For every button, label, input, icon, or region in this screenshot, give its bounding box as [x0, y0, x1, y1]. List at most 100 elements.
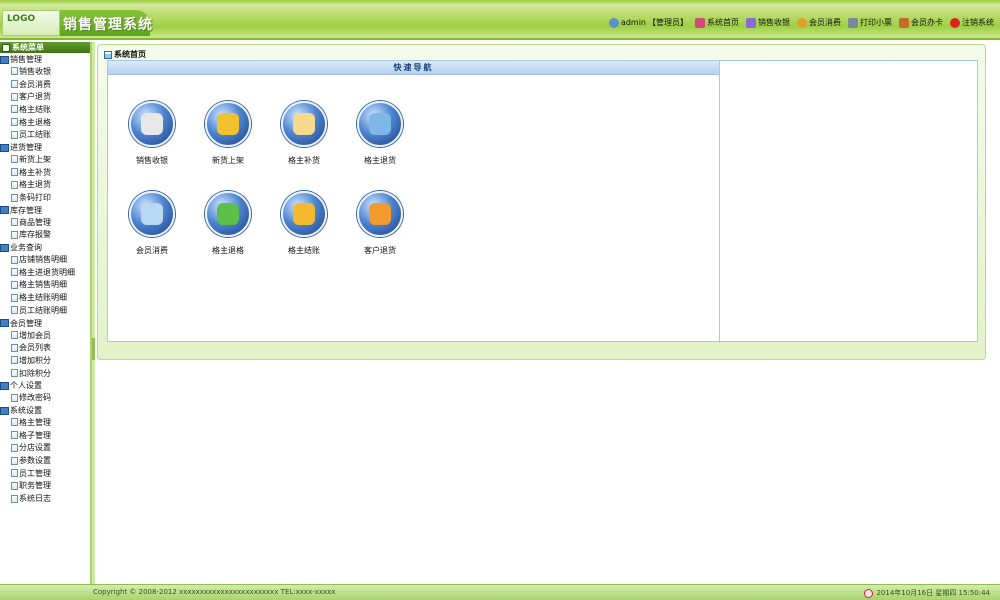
menu-group-label: 会员管理	[10, 318, 42, 328]
shortcut-label: 新货上架	[212, 156, 244, 165]
header-top-stripe	[0, 0, 1000, 4]
sidebar: 系统菜单 销售管理 销售收银 会员消费 客户退货 格主结账 格主退格 员工结账 …	[0, 42, 92, 584]
nav-print-receipt[interactable]: 打印小票	[848, 17, 892, 28]
menu-item-label: 格主退货	[19, 180, 51, 190]
page-icon	[11, 293, 18, 302]
page-icon	[11, 331, 18, 340]
menu-item[interactable]: 员工结账明细	[0, 304, 90, 317]
menu-item[interactable]: 格主结账明细	[0, 291, 90, 304]
cash-register-icon	[129, 101, 175, 147]
page-icon	[11, 369, 18, 378]
card-icon	[899, 17, 909, 28]
cards-icon	[357, 101, 403, 147]
menu-item-label: 商品管理	[19, 217, 51, 227]
menu-group-label: 业务查询	[10, 243, 42, 253]
menu-group-title[interactable]: 系统设置	[0, 405, 90, 416]
page-icon	[11, 155, 18, 164]
page-icon	[11, 469, 18, 478]
menu-item[interactable]: 客户退货	[0, 90, 90, 103]
page-icon	[11, 218, 18, 227]
menu-item[interactable]: 员工管理	[0, 467, 90, 480]
menu-item-label: 格主结账明细	[19, 293, 67, 303]
menu-item[interactable]: 库存报警	[0, 229, 90, 242]
sidebar-title: 系统菜单	[12, 43, 44, 52]
menu-item[interactable]: 格主进退货明细	[0, 266, 90, 279]
menu-item[interactable]: 新货上架	[0, 153, 90, 166]
menu-item[interactable]: 格主管理	[0, 416, 90, 429]
menu-item[interactable]: 系统日志	[0, 492, 90, 505]
menu-item[interactable]: 会员消费	[0, 78, 90, 91]
page-icon	[11, 456, 18, 465]
print-icon	[848, 17, 858, 28]
menu-item[interactable]: 格主补货	[0, 166, 90, 179]
menu-item[interactable]: 格主销售明细	[0, 279, 90, 292]
folder-icon	[0, 206, 9, 215]
shortcut-owner-exit[interactable]: 格主退格	[198, 191, 258, 256]
menu-item[interactable]: 格主结账	[0, 103, 90, 116]
logo: LOGO	[2, 10, 60, 36]
menu-group-title[interactable]: 库存管理	[0, 205, 90, 216]
shortcut-owner-settle[interactable]: 格主结账	[274, 191, 334, 256]
sidebar-header: 系统菜单	[0, 42, 90, 53]
menu-group-personal: 个人设置 修改密码	[0, 380, 90, 404]
menu-item[interactable]: 分店设置	[0, 442, 90, 455]
page-icon	[11, 443, 18, 452]
menu-group-title[interactable]: 会员管理	[0, 318, 90, 329]
page-icon	[11, 255, 18, 264]
menu-item[interactable]: 格主退格	[0, 116, 90, 129]
menu-item[interactable]: 参数设置	[0, 454, 90, 467]
menu-group-label: 进货管理	[10, 143, 42, 153]
shortcut-owner-return[interactable]: 格主退货	[350, 101, 410, 166]
panel-title: 系统首页	[104, 49, 146, 60]
menu-item[interactable]: 商品管理	[0, 216, 90, 229]
menu-item[interactable]: 格主退货	[0, 179, 90, 192]
folder-icon	[0, 243, 9, 252]
app-title: 销售管理系统	[63, 17, 153, 33]
menu-group-title[interactable]: 业务查询	[0, 242, 90, 253]
menu-item[interactable]: 格子管理	[0, 429, 90, 442]
shortcut-sales-cashier[interactable]: 销售收银	[122, 101, 182, 166]
panel-title-label: 系统首页	[114, 50, 146, 59]
menu-item-label: 店铺销售明细	[19, 255, 67, 265]
menu-item[interactable]: 销售收银	[0, 65, 90, 78]
menu-group-system: 系统设置 格主管理 格子管理 分店设置 参数设置 员工管理 职务管理 系统日志	[0, 405, 90, 505]
shortcut-member-consume[interactable]: 会员消费	[122, 191, 182, 256]
nav-home[interactable]: 系统首页	[695, 17, 739, 28]
logo-text: LOGO	[7, 14, 36, 24]
user-icon	[608, 17, 619, 28]
shortcut-customer-return[interactable]: 客户退货	[350, 191, 410, 256]
page-icon	[11, 268, 18, 277]
menu-icon	[2, 43, 10, 52]
page-icon	[11, 418, 18, 427]
menu-item[interactable]: 增加会员	[0, 329, 90, 342]
nav-member-card[interactable]: 会员办卡	[899, 17, 943, 28]
shortcut-label: 格主结账	[288, 246, 320, 255]
menu-group-label: 系统设置	[10, 406, 42, 416]
shortcut-label: 格主补货	[288, 156, 320, 165]
menu-group-title[interactable]: 个人设置	[0, 380, 90, 391]
menu-item-label: 格主退格	[19, 117, 51, 127]
menu-item-label: 库存报警	[19, 230, 51, 240]
nav-member-consume[interactable]: 会员消费	[797, 17, 841, 28]
shortcut-label: 销售收银	[136, 156, 168, 165]
nav-logout[interactable]: 注销系统	[950, 17, 994, 28]
menu-item[interactable]: 会员列表	[0, 341, 90, 354]
menu-item[interactable]: 增加积分	[0, 354, 90, 367]
shortcut-new-goods[interactable]: 新货上架	[198, 101, 258, 166]
menu-group-title[interactable]: 销售管理	[0, 54, 90, 65]
menu-item[interactable]: 员工结账	[0, 128, 90, 141]
shortcut-restock[interactable]: 格主补货	[274, 101, 334, 166]
customer-icon	[357, 191, 403, 237]
menu-item[interactable]: 店铺销售明细	[0, 253, 90, 266]
menu-item-label: 条码打印	[19, 193, 51, 203]
menu-group-inventory: 库存管理 商品管理 库存报警	[0, 205, 90, 241]
nav-cashier[interactable]: 销售收银	[746, 17, 790, 28]
page-icon	[11, 118, 18, 127]
menu-item[interactable]: 职务管理	[0, 480, 90, 493]
menu-item-label: 格主补货	[19, 167, 51, 177]
menu-item[interactable]: 扣除积分	[0, 367, 90, 380]
menu-item-label: 客户退货	[19, 92, 51, 102]
menu-item[interactable]: 条码打印	[0, 191, 90, 204]
menu-item[interactable]: 修改密码	[0, 391, 90, 404]
menu-group-title[interactable]: 进货管理	[0, 142, 90, 153]
